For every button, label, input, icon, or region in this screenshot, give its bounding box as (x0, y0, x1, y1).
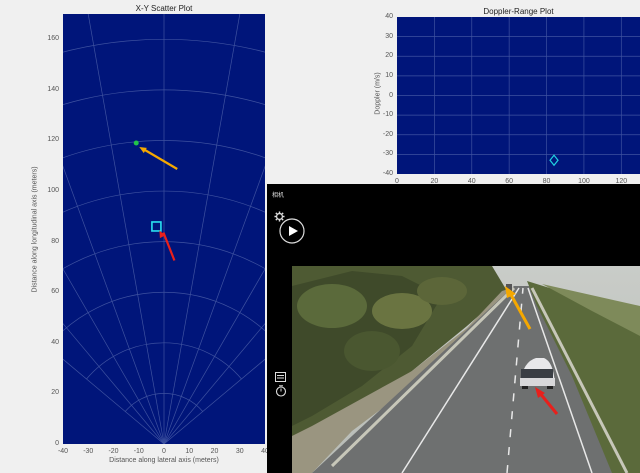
scatter-arrow (162, 232, 176, 261)
play-button[interactable] (279, 218, 305, 249)
scatter-ytick: 40 (51, 338, 59, 346)
scatter-angle-line (87, 14, 165, 444)
highway-scene (292, 266, 640, 473)
play-icon[interactable] (279, 218, 305, 244)
scatter-ytick: 100 (47, 187, 59, 195)
doppler-ytick: -20 (382, 130, 393, 138)
scatter-angle-line (63, 165, 165, 444)
scatter-xlabel: Distance along lateral axis (meters) (109, 457, 219, 464)
doppler-ytick: 20 (385, 52, 393, 60)
scatter-xtick: 30 (235, 448, 244, 455)
scatter-angle-line (63, 323, 165, 444)
scatter-xtick: -20 (108, 448, 119, 455)
doppler-ytick: -40 (382, 170, 393, 177)
camera-frame (292, 266, 640, 473)
scatter-angle-line (163, 323, 265, 444)
doppler-ylabel: Doppler (m/s) (374, 72, 382, 115)
scatter-xtick: 0 (162, 448, 166, 455)
scatter-point (133, 140, 139, 146)
video-player[interactable]: 相机 (267, 184, 640, 473)
scatter-ytick: 120 (47, 136, 59, 144)
scatter-xtick: 20 (210, 448, 219, 455)
scatter-ytick: 20 (51, 389, 59, 397)
scatter-xtick: -30 (83, 448, 94, 455)
timer-icon[interactable] (275, 384, 287, 402)
doppler-svg (397, 17, 640, 174)
scatter-angle-line (163, 268, 265, 444)
scatter-angle-line (163, 358, 265, 444)
scatter-ytick: 80 (51, 237, 59, 245)
doppler-ytick: -30 (382, 150, 393, 158)
scatter-xtick: 10 (185, 448, 194, 455)
scatter-ylabel: Distance along longitudinal axis (meters… (31, 166, 39, 293)
doppler-title: Doppler-Range Plot (483, 7, 554, 16)
scatter-svg (63, 14, 265, 444)
scatter-ytick: 0 (55, 440, 59, 447)
player-overlay-text: 相机 (272, 193, 285, 199)
scatter-ytick: 140 (47, 85, 59, 93)
doppler-plot-area (397, 17, 640, 174)
scatter-title: X-Y Scatter Plot (135, 4, 193, 13)
scatter-plot-area (63, 14, 265, 444)
scatter-angle-line (163, 165, 265, 444)
doppler-ytick: 30 (385, 32, 393, 40)
scatter-box-marker (151, 221, 162, 232)
scatter-angle-line (63, 358, 165, 444)
doppler-ytick: 40 (385, 13, 393, 20)
doppler-point (549, 154, 559, 167)
scatter-ytick: 160 (47, 35, 59, 43)
scatter-arrow (142, 148, 178, 170)
scatter-angle-line (163, 14, 241, 444)
scatter-ytick: 60 (51, 288, 59, 296)
scatter-xtick: -40 (57, 448, 69, 455)
scatter-angle-line (63, 268, 165, 444)
scatter-xtick: -10 (133, 448, 144, 455)
